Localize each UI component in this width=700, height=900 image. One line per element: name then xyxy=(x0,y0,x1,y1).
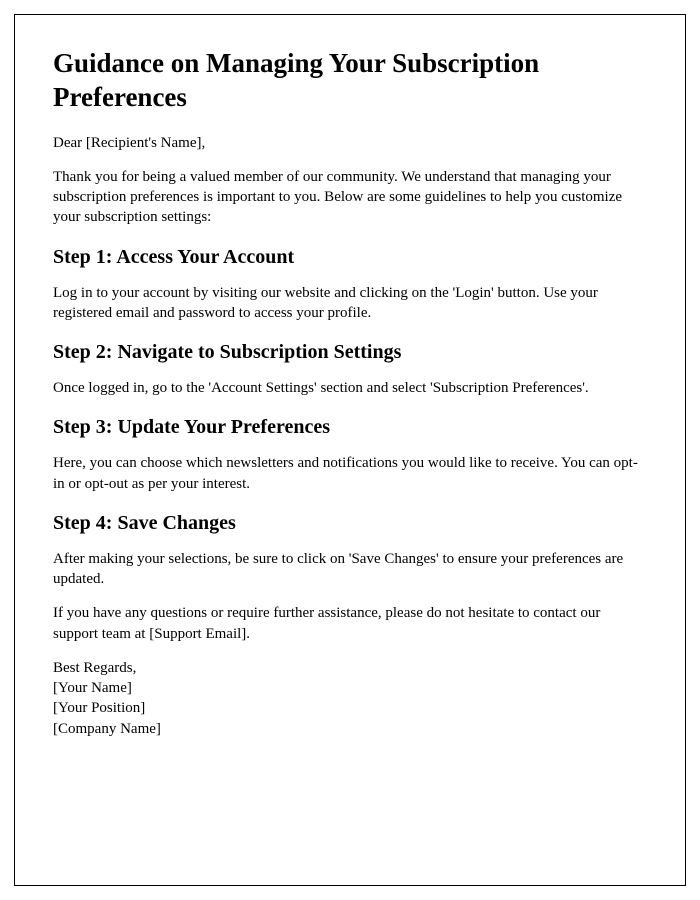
step2-body: Once logged in, go to the 'Account Setti… xyxy=(53,378,647,398)
document-page: Guidance on Managing Your Subscription P… xyxy=(14,14,686,886)
signature-position: [Your Position] xyxy=(53,698,647,718)
closing: Best Regards, xyxy=(53,658,647,678)
step4-body: After making your selections, be sure to… xyxy=(53,549,647,590)
step2-heading: Step 2: Navigate to Subscription Setting… xyxy=(53,341,647,364)
step1-heading: Step 1: Access Your Account xyxy=(53,246,647,269)
signature-company: [Company Name] xyxy=(53,719,647,739)
step4-heading: Step 4: Save Changes xyxy=(53,512,647,535)
signature-name: [Your Name] xyxy=(53,678,647,698)
step1-body: Log in to your account by visiting our w… xyxy=(53,283,647,324)
page-title: Guidance on Managing Your Subscription P… xyxy=(53,47,647,115)
salutation: Dear [Recipient's Name], xyxy=(53,133,647,153)
intro-paragraph: Thank you for being a valued member of o… xyxy=(53,167,647,228)
support-paragraph: If you have any questions or require fur… xyxy=(53,603,647,644)
step3-heading: Step 3: Update Your Preferences xyxy=(53,416,647,439)
step3-body: Here, you can choose which newsletters a… xyxy=(53,453,647,494)
